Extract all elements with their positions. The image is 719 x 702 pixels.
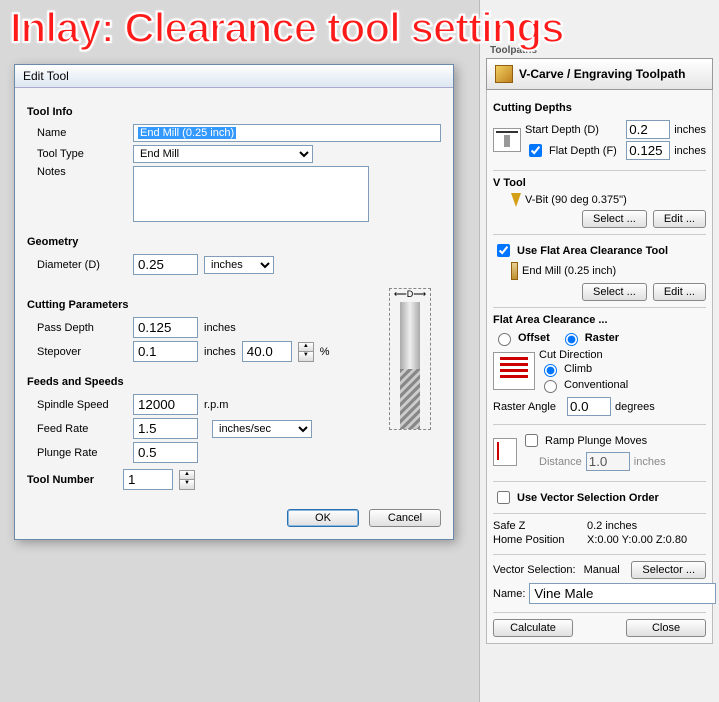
cancel-button[interactable]: Cancel [369,509,441,527]
panel-header: V-Carve / Engraving Toolpath [486,58,713,90]
conventional-radio-label[interactable]: Conventional [539,377,706,393]
name-label: Name [27,127,127,139]
climb-radio[interactable] [544,364,557,377]
start-depth-label: Start Depth (D) [525,124,622,136]
name-input[interactable]: End Mill (0.25 inch) [133,124,441,142]
toolnum-label: Tool Number [27,474,117,486]
raster-angle-input[interactable] [567,397,611,416]
ramp-checkbox[interactable] [525,434,538,447]
stepover-label: Stepover [27,346,127,358]
vtool-edit-button[interactable]: Edit ... [653,210,706,228]
pct-symbol: % [320,346,330,358]
distance-label: Distance [521,456,582,468]
diameter-label: Diameter (D) [27,259,127,271]
toolpath-name-label: Name: [493,588,525,600]
tooltype-select[interactable]: End Mill [133,145,313,163]
unit-label: inches [634,456,666,468]
vtool-name: V-Bit (90 deg 0.375") [525,194,627,206]
ramp-icon [493,438,517,466]
tool-preview: ⟵D⟶ [389,288,431,430]
vcarve-icon [495,65,513,83]
use-vso-checkbox[interactable] [497,491,510,504]
ramp-checkbox-label[interactable]: Ramp Plunge Moves [521,431,706,450]
feeds-label: Feeds and Speeds [27,376,441,388]
stepover-unit: inches [204,346,236,358]
stepover-pct-input[interactable] [242,341,292,362]
home-value: X:0.00 Y:0.00 Z:0.80 [587,534,687,546]
raster-radio-label[interactable]: Raster [560,330,619,346]
offset-radio-label[interactable]: Offset [493,330,550,346]
fatc-edit-button[interactable]: Edit ... [653,283,706,301]
flat-depth-input[interactable] [626,141,670,160]
start-depth-input[interactable] [626,120,670,139]
fatc-select-button[interactable]: Select ... [582,283,647,301]
tooltype-label: Tool Type [27,148,127,160]
spindle-unit: r.p.m [204,399,228,411]
unit-label: inches [674,145,706,157]
stepover-spinner[interactable]: ▲▼ [298,342,314,362]
close-button[interactable]: Close [626,619,706,637]
endmill-icon [511,262,518,280]
notes-textarea[interactable] [133,166,369,222]
panel-title: V-Carve / Engraving Toolpath [519,67,685,81]
feedrate-label: Feed Rate [27,423,127,435]
vtool-select-button[interactable]: Select ... [582,210,647,228]
cutting-depths-label: Cutting Depths [493,102,706,114]
toolpaths-panel: Toolpaths V-Carve / Engraving Toolpath C… [479,0,719,702]
vecsel-value: Manual [580,564,628,576]
vbit-icon [511,193,521,207]
diameter-unit-select[interactable]: inches [204,256,274,274]
spindle-label: Spindle Speed [27,399,127,411]
offset-radio[interactable] [498,333,511,346]
ok-button[interactable]: OK [287,509,359,527]
climb-radio-label[interactable]: Climb [539,361,706,377]
vtool-label: V Tool [493,177,706,189]
overlay-title: Inlay: Clearance tool settings [10,4,564,52]
diameter-input[interactable] [133,254,198,275]
safez-label: Safe Z [493,520,583,532]
toolpath-name-input[interactable] [529,583,716,604]
geometry-label: Geometry [27,236,441,248]
edit-tool-dialog: Edit Tool Tool Info Name End Mill (0.25 … [14,64,454,540]
spindle-input[interactable] [133,394,198,415]
conventional-radio[interactable] [544,380,557,393]
use-vso-label[interactable]: Use Vector Selection Order [493,488,706,507]
dialog-title: Edit Tool [15,65,453,88]
cut-direction-label: Cut Direction [539,349,706,361]
plungerate-label: Plunge Rate [27,447,127,459]
cut-direction-icon [493,352,535,390]
use-fatc-label: Use Flat Area Clearance Tool [517,245,668,257]
unit-label: inches [674,124,706,136]
raster-angle-label: Raster Angle [493,401,563,413]
raster-radio[interactable] [565,333,578,346]
vecsel-label: Vector Selection: [493,564,576,576]
toolnum-spinner[interactable]: ▲▼ [179,470,195,490]
distance-input [586,452,630,471]
depth-icon [493,128,521,152]
stepover-input[interactable] [133,341,198,362]
notes-label: Notes [27,166,127,178]
feedrate-input[interactable] [133,418,198,439]
fac-header: Flat Area Clearance ... [493,314,706,326]
toolnum-input[interactable] [123,469,173,490]
flat-depth-checkbox[interactable] [529,144,542,157]
safez-value: 0.2 inches [587,520,637,532]
passdepth-input[interactable] [133,317,198,338]
fatc-tool-name: End Mill (0.25 inch) [522,265,616,277]
calculate-button[interactable]: Calculate [493,619,573,637]
passdepth-unit: inches [204,322,236,334]
selector-button[interactable]: Selector ... [631,561,706,579]
cutting-params-label: Cutting Parameters [27,299,441,311]
degrees-label: degrees [615,401,655,413]
flat-depth-label: Flat Depth (F) [549,145,622,157]
tool-info-label: Tool Info [27,106,441,118]
plungerate-input[interactable] [133,442,198,463]
feed-unit-select[interactable]: inches/sec [212,420,312,438]
home-label: Home Position [493,534,583,546]
use-fatc-checkbox[interactable] [497,244,510,257]
passdepth-label: Pass Depth [27,322,127,334]
